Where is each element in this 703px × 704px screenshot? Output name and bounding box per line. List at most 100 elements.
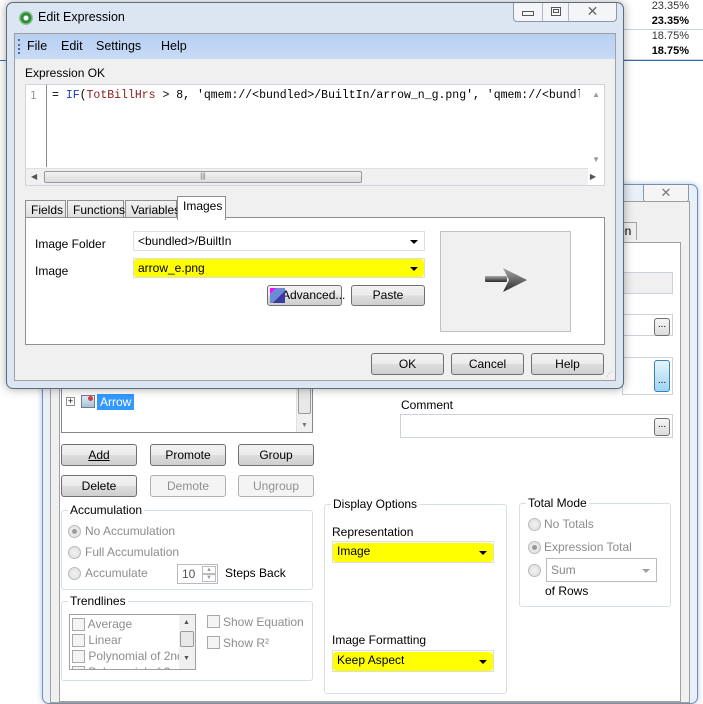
image-formatting-label: Image Formatting	[332, 633, 427, 647]
trendline-checkbox[interactable]	[72, 618, 85, 632]
steps-back-value: 10	[182, 567, 196, 581]
image-icon	[81, 395, 95, 408]
add-button[interactable]: Add	[61, 444, 137, 466]
trendline-checkbox[interactable]	[72, 666, 85, 669]
scroll-down-icon[interactable]: ▼	[301, 422, 308, 429]
full-accumulation-radio[interactable]	[68, 546, 81, 559]
aggregate-value: Sum	[551, 563, 576, 577]
ungroup-button[interactable]: Ungroup	[238, 475, 314, 497]
expression-tree[interactable]: + Arrow ▼	[61, 385, 313, 433]
help-button-label: Help	[555, 357, 580, 371]
show-equation-label: Show Equation	[223, 615, 304, 629]
aggregate-radio[interactable]	[528, 564, 541, 577]
scrollbar-thumb[interactable]	[298, 386, 311, 414]
menu-help[interactable]: Help	[161, 39, 187, 53]
tab-images[interactable]: Images	[177, 196, 226, 220]
advanced-button[interactable]: Advanced...	[267, 285, 345, 306]
delete-button[interactable]: Delete	[61, 475, 137, 497]
chevron-down-icon	[479, 551, 487, 555]
expression-status: Expression OK	[25, 66, 106, 80]
trendline-item[interactable]: Polynomial of 3rd d	[72, 665, 191, 669]
comment-ellipsis-button[interactable]: ...	[654, 418, 670, 436]
show-r2-checkbox[interactable]	[207, 636, 220, 649]
scroll-up-icon[interactable]: ▲	[183, 619, 190, 626]
menu-settings[interactable]: Settings	[96, 39, 141, 53]
chevron-down-icon	[642, 569, 650, 573]
maximize-icon[interactable]	[542, 3, 568, 21]
steps-back-label: Steps Back	[225, 566, 286, 580]
menu-file[interactable]: File	[27, 39, 47, 53]
scroll-right-icon[interactable]: ▶	[590, 172, 596, 181]
total-mode-title: Total Mode	[526, 496, 589, 510]
steps-back-stepper[interactable]: 10 ▲ ▼	[177, 564, 218, 584]
tree-item-arrow[interactable]: Arrow	[97, 394, 135, 410]
ok-button[interactable]: OK	[371, 353, 444, 375]
trendline-checkbox[interactable]	[72, 634, 85, 648]
image-formatting-select[interactable]: Keep Aspect	[332, 650, 494, 672]
stepper-up-icon[interactable]: ▲	[202, 566, 216, 574]
scroll-down-icon[interactable]: ▼	[183, 655, 190, 662]
chevron-down-icon	[479, 660, 487, 664]
scrollbar-thumb[interactable]	[180, 631, 194, 647]
show-equation-checkbox[interactable]	[207, 615, 220, 628]
minimize-icon[interactable]	[514, 3, 542, 21]
horizontal-scrollbar[interactable]: ◀ ||| ▶	[26, 168, 596, 185]
image-select[interactable]: arrow_e.png	[133, 258, 425, 278]
ellipsis-button[interactable]: ...	[654, 318, 670, 336]
no-totals-label: No Totals	[544, 517, 594, 531]
scroll-left-icon[interactable]: ◀	[31, 172, 37, 181]
expression-code[interactable]: = IF(TotBillHrs > 8, 'qmem://<bundled>/B…	[52, 89, 580, 102]
group-button[interactable]: Group	[238, 444, 314, 466]
chevron-down-icon	[410, 267, 418, 271]
paste-button[interactable]: Paste	[351, 285, 425, 306]
image-folder-select[interactable]: <bundled>/BuiltIn	[133, 231, 425, 251]
images-tab-page: Image Folder <bundled>/BuiltIn Image arr…	[25, 217, 605, 345]
code-token-keyword: IF	[65, 89, 80, 102]
edit-expression-dialog: Edit Expression ✕ File Edit Settings Hel…	[6, 2, 624, 389]
code-token: (	[79, 89, 87, 102]
no-totals-radio[interactable]	[528, 518, 541, 531]
image-label: Image	[35, 264, 69, 278]
trendline-label: Average	[87, 617, 133, 631]
ellipsis-button-active[interactable]: ...	[654, 360, 670, 392]
trendlines-scrollbar[interactable]: ▲ ▼	[179, 615, 195, 669]
accumulate-radio[interactable]	[68, 567, 81, 580]
expand-icon[interactable]: +	[66, 397, 75, 406]
trendline-checkbox[interactable]	[72, 650, 85, 664]
advanced-icon	[270, 288, 285, 303]
trendlines-title: Trendlines	[68, 594, 128, 608]
trendline-item[interactable]: Linear	[72, 633, 122, 648]
help-button[interactable]: Help	[531, 353, 604, 375]
paste-button-label: Paste	[372, 288, 404, 302]
grip-icon	[18, 39, 20, 54]
trendline-item[interactable]: Polynomial of 2nd d	[72, 649, 194, 664]
promote-button[interactable]: Promote	[150, 444, 226, 466]
image-folder-label: Image Folder	[35, 237, 106, 251]
demote-button[interactable]: Demote	[150, 475, 226, 497]
close-icon[interactable]: ✕	[568, 3, 616, 21]
resize-grip-icon[interactable]: ⋰	[606, 370, 613, 378]
scroll-up-icon[interactable]: ▲	[592, 90, 600, 99]
ok-button-label: OK	[398, 357, 417, 371]
trendlines-list[interactable]: Average Linear Polynomial of 2nd d Polyn…	[69, 614, 196, 670]
menu-edit[interactable]: Edit	[61, 39, 83, 53]
qlikview-app-icon	[19, 11, 33, 25]
total-mode-group: Total Mode	[519, 496, 671, 607]
stepper-down-icon[interactable]: ▼	[202, 574, 216, 582]
dialog-title: Edit Expression	[38, 10, 125, 24]
no-accumulation-radio[interactable]	[68, 525, 81, 538]
scroll-down-icon[interactable]: ▼	[592, 155, 600, 164]
cancel-button[interactable]: Cancel	[451, 353, 524, 375]
full-accumulation-label: Full Accumulation	[85, 545, 180, 559]
trendline-item[interactable]: Average	[72, 617, 133, 632]
aggregate-select[interactable]: Sum	[546, 558, 657, 582]
scrollbar[interactable]: ▼	[296, 386, 312, 432]
scrollbar-thumb[interactable]: |||	[44, 171, 362, 183]
demote-button-label: Demote	[166, 479, 210, 493]
comment-field[interactable]	[400, 414, 673, 438]
comment-label: Comment	[401, 398, 454, 412]
expression-editor[interactable]: 1 = IF(TotBillHrs > 8, 'qmem://<bundled>…	[25, 84, 605, 186]
representation-value: Image	[337, 544, 371, 558]
expression-total-radio[interactable]	[528, 541, 541, 554]
representation-select[interactable]: Image	[332, 541, 494, 563]
